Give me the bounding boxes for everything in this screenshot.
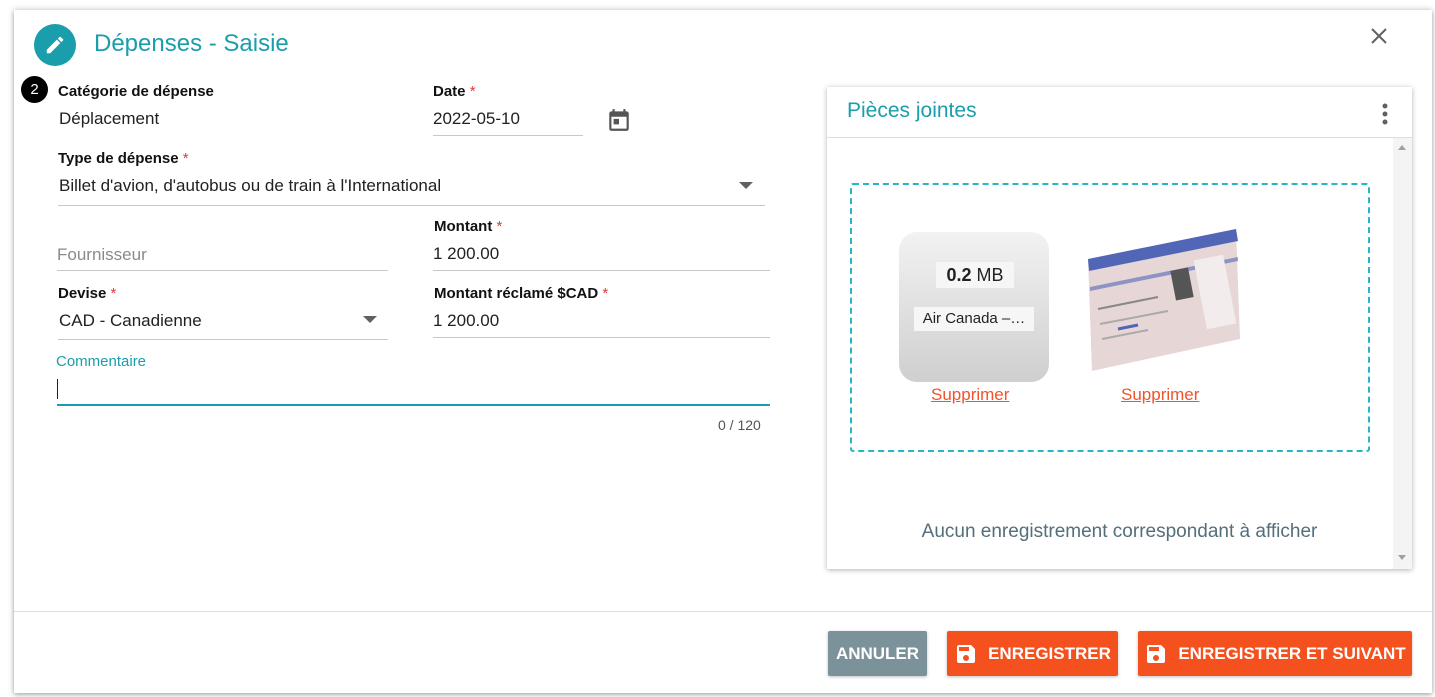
pencil-icon [34, 24, 76, 66]
save-icon [954, 642, 978, 666]
expense-type-label: Type de dépense * [58, 150, 189, 167]
empty-message: Aucun enregistrement correspondant à aff… [921, 521, 1318, 542]
date-field[interactable]: 2022-05-10 [433, 109, 520, 129]
comment-counter: 0 / 120 [718, 417, 761, 433]
scroll-up-arrow-icon[interactable] [1398, 145, 1406, 150]
calendar-icon[interactable] [606, 107, 632, 133]
currency-select[interactable]: CAD - Canadienne [59, 311, 202, 331]
dialog-title: Dépenses - Saisie [94, 30, 289, 57]
delete-attachment-link[interactable]: Supprimer [1121, 385, 1199, 405]
text-cursor [57, 379, 58, 399]
expense-entry-dialog: Dépenses - Saisie 2 Catégorie de dépense… [14, 10, 1432, 693]
date-underline [433, 135, 583, 136]
chevron-down-icon[interactable] [739, 182, 753, 189]
close-icon[interactable] [1367, 24, 1391, 48]
amount-label: Montant * [434, 218, 503, 235]
save-icon [1144, 642, 1168, 666]
save-button[interactable]: ENREGISTRER [947, 631, 1118, 676]
cancel-button-label: ANNULER [835, 643, 920, 663]
category-label: Catégorie de dépense [58, 83, 214, 100]
expense-type-select[interactable]: Billet d'avion, d'autobus ou de train à … [59, 176, 441, 196]
amount-underline [433, 270, 770, 271]
claimed-amount-underline [433, 337, 770, 338]
attachment-dropzone[interactable]: 0.2 MB Air Canada –… Supprimer Supprimer [850, 183, 1370, 452]
claimed-amount-label: Montant réclamé $CAD * [434, 285, 609, 302]
more-vertical-icon[interactable] [1375, 101, 1395, 127]
save-button-label: ENREGISTRER [988, 643, 1111, 663]
expense-type-underline [58, 205, 765, 206]
category-value: Déplacement [59, 109, 160, 128]
attachments-divider [827, 137, 1412, 138]
currency-label: Devise * [58, 285, 117, 302]
date-label: Date * [433, 83, 476, 100]
attachments-panel: Pièces jointes 0.2 MB Air Canada –… Supp… [827, 87, 1412, 569]
boarding-pass-thumbnail[interactable] [1088, 229, 1240, 379]
comment-textarea[interactable] [56, 376, 770, 406]
delete-attachment-link[interactable]: Supprimer [931, 385, 1009, 405]
comment-label: Commentaire [56, 353, 147, 370]
claimed-amount-input[interactable]: 1 200.00 [433, 311, 499, 331]
footer-divider [14, 611, 1432, 612]
cancel-button[interactable]: ANNULER [828, 631, 927, 676]
file-card[interactable]: 0.2 MB Air Canada –… [899, 232, 1049, 382]
supplier-underline [57, 270, 388, 271]
attachments-title: Pièces jointes [847, 99, 977, 122]
currency-underline [58, 339, 388, 340]
chevron-down-icon[interactable] [363, 316, 377, 323]
step-badge: 2 [21, 76, 48, 103]
file-name: Air Canada –… [914, 307, 1034, 331]
save-and-next-button-label: ENREGISTRER ET SUIVANT [1178, 643, 1406, 663]
amount-input[interactable]: 1 200.00 [433, 244, 499, 264]
save-and-next-button[interactable]: ENREGISTRER ET SUIVANT [1138, 631, 1412, 676]
comment-underline [57, 404, 770, 406]
scroll-down-arrow-icon[interactable] [1398, 555, 1406, 560]
file-size: 0.2 MB [936, 262, 1014, 288]
scrollbar[interactable] [1393, 138, 1412, 569]
supplier-input[interactable]: Fournisseur [57, 245, 147, 265]
